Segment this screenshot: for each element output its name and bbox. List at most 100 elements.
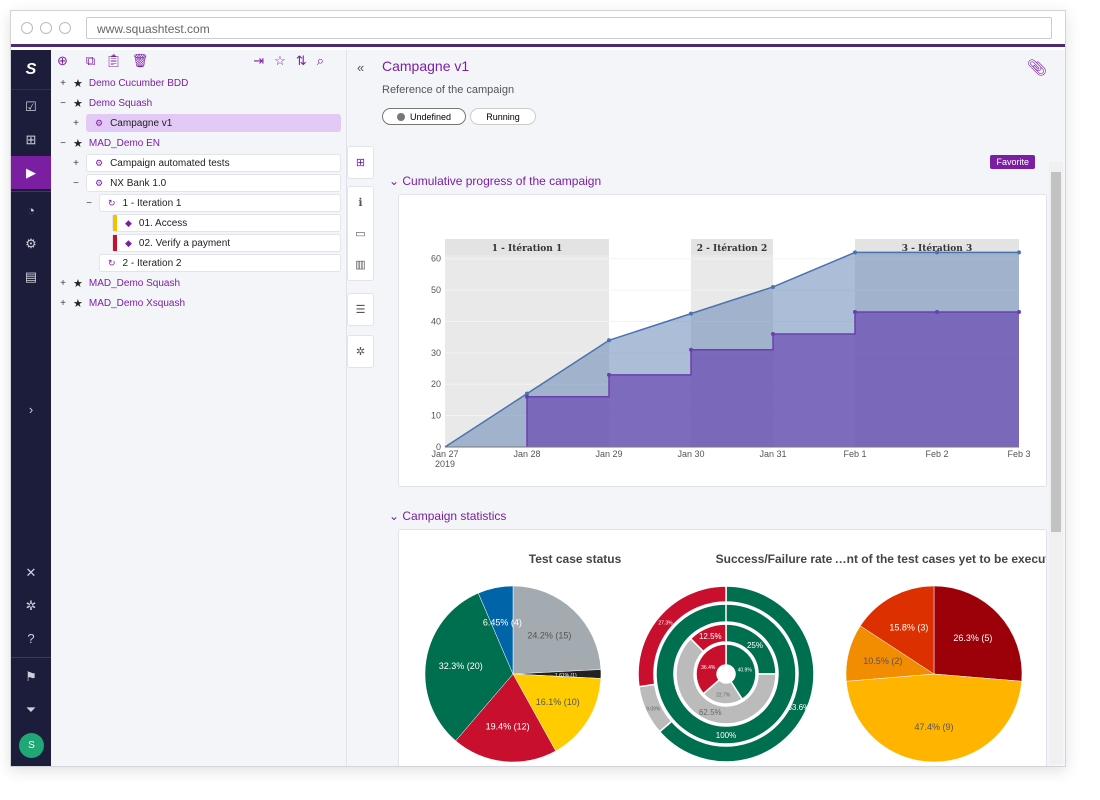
ring-label: 40.9% (738, 668, 753, 674)
toggle-icon[interactable]: − (70, 178, 82, 189)
tree-node-label: Demo Cucumber BDD (88, 77, 189, 89)
x-tick-label: 2019 (435, 459, 455, 469)
paste-icon[interactable]: 📋︎ (105, 53, 122, 69)
list-icon: ☰ (355, 304, 366, 316)
toggle-icon[interactable]: + (70, 118, 82, 129)
executed-point (853, 310, 857, 315)
tree-node-label: NX Bank 1.0 (110, 177, 167, 189)
requirements-icon[interactable]: ☑ (11, 90, 51, 123)
y-tick-label: 60 (431, 254, 441, 264)
page-title: Campagne v1 (382, 58, 470, 74)
statistics-icon[interactable]: ▥ (355, 258, 365, 271)
test-plan-tab[interactable]: ☰ (347, 293, 374, 326)
custom-reports-icon[interactable]: ▤ (11, 260, 51, 293)
squash-logo[interactable]: S (11, 50, 51, 90)
sort-icon[interactable]: ⇅ (296, 53, 307, 69)
toggle-icon[interactable]: + (57, 78, 69, 89)
x-tick-label: Jan 27 (431, 449, 458, 459)
executed-point (771, 332, 775, 337)
tree-node-label: Demo Squash (88, 97, 153, 109)
toggle-icon[interactable]: − (83, 198, 95, 209)
dashboard-icon: ⊞ (355, 157, 366, 169)
statistics-charts: Test case status24.2% (15)1.61% (1)16.1%… (424, 552, 1046, 763)
campaign-icon: ⚙ (95, 177, 104, 188)
maximize-window-button[interactable] (59, 21, 71, 34)
x-tick-label: Feb 2 (925, 449, 948, 459)
attachment-icon[interactable]: 📎︎ (1027, 58, 1047, 78)
bugtracker-icon[interactable]: ✲ (11, 589, 51, 622)
status-pill[interactable]: Undefined (382, 108, 466, 125)
help-icon[interactable]: ? (11, 622, 51, 655)
dashboard-tab[interactable]: ⊞ (347, 146, 374, 179)
tree-node-label: MAD_Demo EN (88, 137, 161, 149)
administration-icon[interactable]: ✕ (11, 556, 51, 589)
pie-label: 32.3% (20) (439, 661, 483, 671)
minimize-window-button[interactable] (40, 21, 52, 34)
filter-icon[interactable]: ⏷ (11, 693, 51, 726)
star-icon: ★ (73, 137, 83, 150)
executed-point (1017, 310, 1021, 315)
iteration-icon: ↻ (108, 197, 116, 208)
search-icon[interactable]: ⌕ (317, 53, 324, 69)
campaigns-icon[interactable]: ▶ (11, 156, 51, 189)
tree-node[interactable]: − ★ Demo Squash (51, 94, 341, 112)
x-tick-label: Jan 28 (513, 449, 540, 459)
pie-label: 10.5% (2) (863, 656, 902, 666)
tree-node[interactable]: + ⚙ Campaign automated tests (51, 154, 341, 172)
collapse-tree-button[interactable]: « (357, 60, 364, 75)
calendar-icon[interactable]: ▭ (355, 227, 365, 240)
y-tick-label: 20 (431, 379, 441, 389)
toggle-icon[interactable]: + (57, 298, 69, 309)
planned-point (771, 284, 775, 289)
planned-point (853, 250, 857, 255)
favorite-badge[interactable]: Favorite (990, 155, 1035, 169)
tree-node[interactable]: + ⚙ Campagne v1 (51, 114, 341, 132)
export-icon[interactable]: ⇥ (253, 53, 264, 69)
tree-node[interactable]: + ★ MAD_Demo Xsquash (51, 294, 341, 312)
planned-point (689, 311, 693, 316)
add-icon[interactable]: ⊕ (57, 53, 68, 69)
toggle-icon[interactable]: + (57, 278, 69, 289)
expand-rail-icon[interactable]: › (11, 393, 51, 426)
tree-node[interactable]: − ↻ 1 - Iteration 1 (51, 194, 341, 212)
tree-node[interactable]: + ★ Demo Cucumber BDD (51, 74, 341, 92)
user-avatar[interactable]: S (19, 733, 44, 758)
tree-node[interactable]: − ★ MAD_Demo EN (51, 134, 341, 152)
scrollbar[interactable] (1049, 162, 1063, 764)
close-window-button[interactable] (21, 21, 33, 34)
tree-node[interactable]: ◆ 02. Verify a payment (51, 234, 341, 252)
favorite-icon[interactable]: ☆ (274, 53, 286, 69)
delete-icon[interactable]: 🗑︎ (132, 53, 149, 69)
tree-node[interactable]: ◆ 01. Access (51, 214, 341, 232)
test-cases-icon[interactable]: ⊞ (11, 123, 51, 156)
reports-icon[interactable]: ◔ (11, 194, 51, 227)
stats-section-header[interactable]: ⌄ Campaign statistics (389, 509, 506, 523)
tree-node-label: Campaign automated tests (110, 157, 230, 169)
tree-node[interactable]: − ⚙ NX Bank 1.0 (51, 174, 341, 192)
pie-label: 6.45% (4) (483, 617, 522, 627)
ring-label: 36.4% (701, 665, 716, 671)
cumulative-progress-chart: 1 - Itération 12 - Itération 23 - Itérat… (431, 239, 1031, 469)
tree-node[interactable]: + ★ MAD_Demo Squash (51, 274, 341, 292)
star-icon: ★ (73, 97, 83, 110)
x-tick-label: Jan 31 (759, 449, 786, 459)
issues-tab[interactable]: ✲ (347, 335, 374, 368)
info-icon[interactable]: ℹ (358, 196, 362, 209)
executed-point (607, 372, 611, 377)
progress-section-header[interactable]: ⌄ Cumulative progress of the campaign (389, 174, 601, 188)
campaign-icon: ⚙ (95, 157, 104, 168)
progress-pill[interactable]: Running (470, 108, 536, 125)
ring-label: 25% (747, 641, 763, 650)
automation-icon[interactable]: ⚙ (11, 227, 51, 260)
tree-toolbar: ⊕ ⧉ 📋︎ 🗑︎ ⇥ ☆ ⇅ ⌕ (51, 50, 346, 72)
copy-icon[interactable]: ⧉ (86, 53, 95, 69)
tree-node[interactable]: ↻ 2 - Iteration 2 (51, 254, 341, 272)
toggle-icon[interactable]: − (57, 138, 69, 149)
toggle-icon[interactable]: − (57, 98, 69, 109)
address-bar[interactable]: www.squashtest.com (86, 16, 1052, 39)
toggle-icon[interactable]: + (70, 158, 82, 169)
milestones-icon[interactable]: ⚑ (11, 660, 51, 693)
campaign-icon: ⚙ (95, 117, 104, 128)
scrollbar-thumb[interactable] (1051, 172, 1061, 532)
tree-node-label: 1 - Iteration 1 (122, 197, 182, 209)
